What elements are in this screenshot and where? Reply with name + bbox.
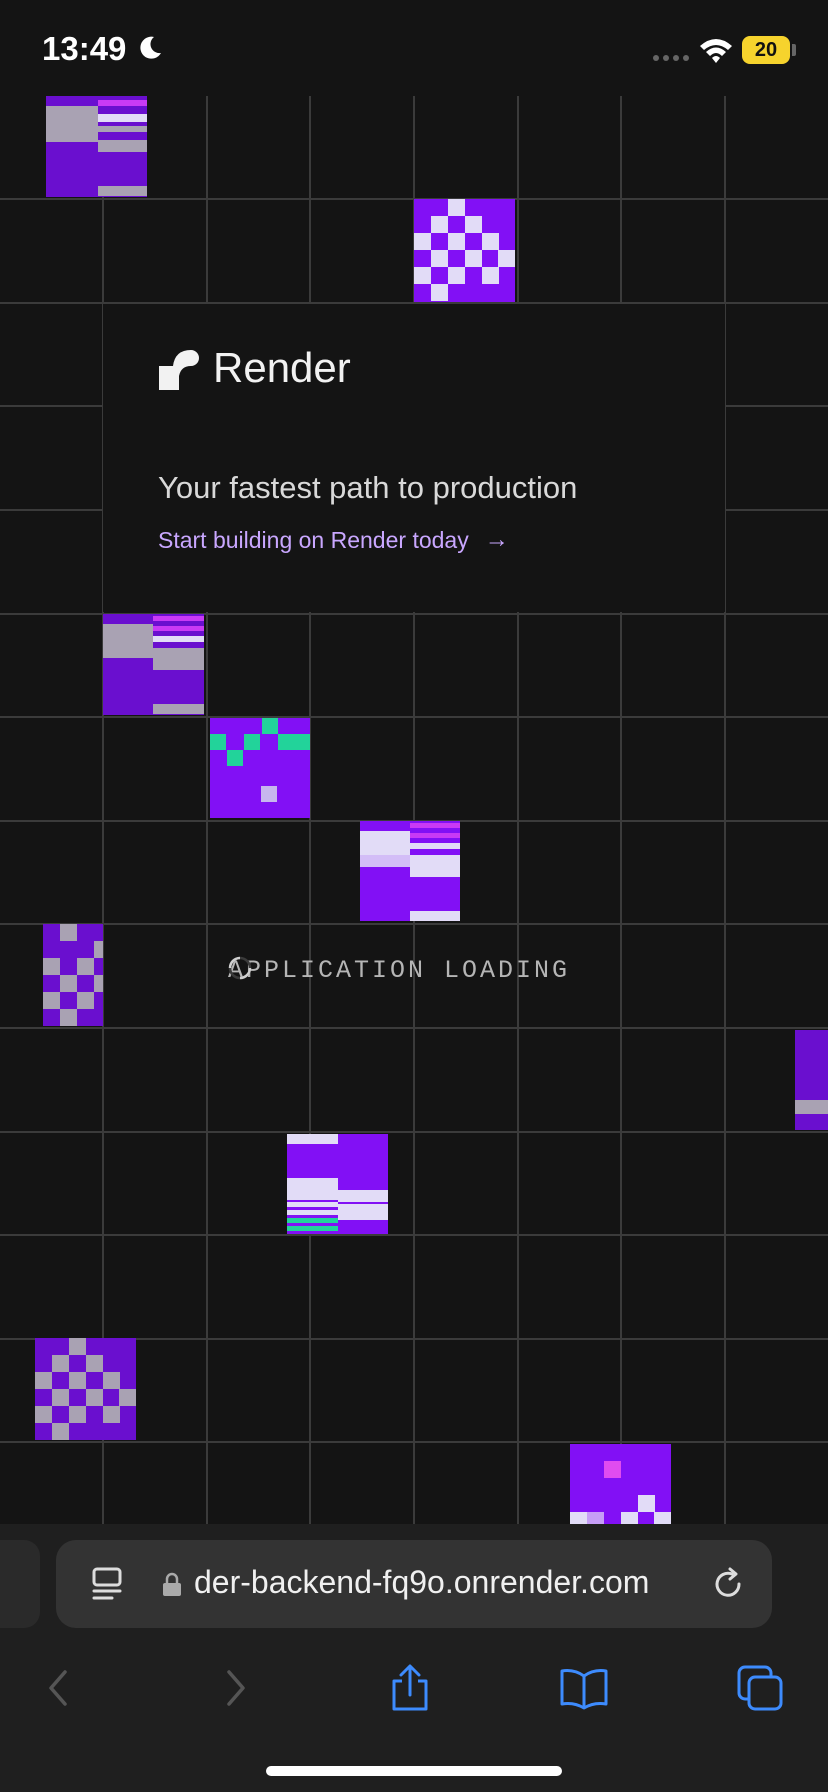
loading-text: APPLICATION LOADING	[228, 956, 571, 985]
moon-icon	[140, 36, 161, 59]
pixel-block	[46, 96, 147, 197]
browser-toolbar	[0, 1654, 828, 1734]
tabs-icon	[737, 1665, 783, 1711]
browser-chrome: der-backend-fq9o.onrender.com	[0, 1524, 828, 1792]
share-button[interactable]	[380, 1660, 440, 1716]
share-icon	[392, 1664, 428, 1711]
back-icon	[49, 1670, 67, 1706]
grid-background: Render Your fastest path to production S…	[0, 96, 828, 1524]
signal-dots-icon	[653, 55, 689, 61]
address-bar[interactable]: der-backend-fq9o.onrender.com	[56, 1540, 772, 1628]
forward-icon	[227, 1670, 245, 1706]
hero-card: Render Your fastest path to production S…	[103, 304, 725, 612]
wifi-icon	[700, 39, 732, 63]
brand-name: Render	[213, 344, 351, 391]
tabs-button[interactable]	[730, 1660, 790, 1716]
pixel-block	[287, 1134, 388, 1234]
render-logo-icon	[159, 350, 199, 390]
pixel-block	[35, 1338, 136, 1440]
forward-button[interactable]	[206, 1660, 266, 1716]
pixel-block	[103, 614, 204, 715]
spinner-icon	[228, 956, 252, 980]
back-button[interactable]	[28, 1660, 88, 1716]
bookmarks-button[interactable]	[554, 1660, 614, 1716]
pixel-block	[360, 821, 460, 921]
reload-icon[interactable]	[710, 1566, 746, 1602]
cta-label: Start building on Render today	[158, 526, 469, 553]
loading-indicator: APPLICATION LOADING	[228, 956, 570, 985]
bookmarks-icon	[560, 1669, 608, 1710]
home-indicator[interactable]	[266, 1766, 562, 1776]
status-time: 13:49	[42, 30, 127, 67]
pixel-block	[210, 718, 310, 818]
battery-icon: 20	[742, 36, 790, 64]
arrow-right-icon: →	[484, 526, 509, 553]
start-building-link[interactable]: Start building on Render today →	[158, 526, 509, 554]
hero-tagline: Your fastest path to production	[158, 470, 578, 505]
battery-tip	[792, 44, 796, 56]
reader-icon[interactable]	[90, 1566, 124, 1602]
previous-tab-edge[interactable]	[0, 1540, 40, 1628]
pixel-block	[570, 1444, 671, 1524]
pixel-block	[795, 1030, 828, 1130]
lock-icon	[163, 1572, 181, 1596]
pixel-block	[43, 924, 103, 1026]
status-bar: 13:49 20	[0, 0, 828, 96]
pixel-block	[414, 199, 515, 302]
url-text: der-backend-fq9o.onrender.com	[194, 1564, 650, 1600]
